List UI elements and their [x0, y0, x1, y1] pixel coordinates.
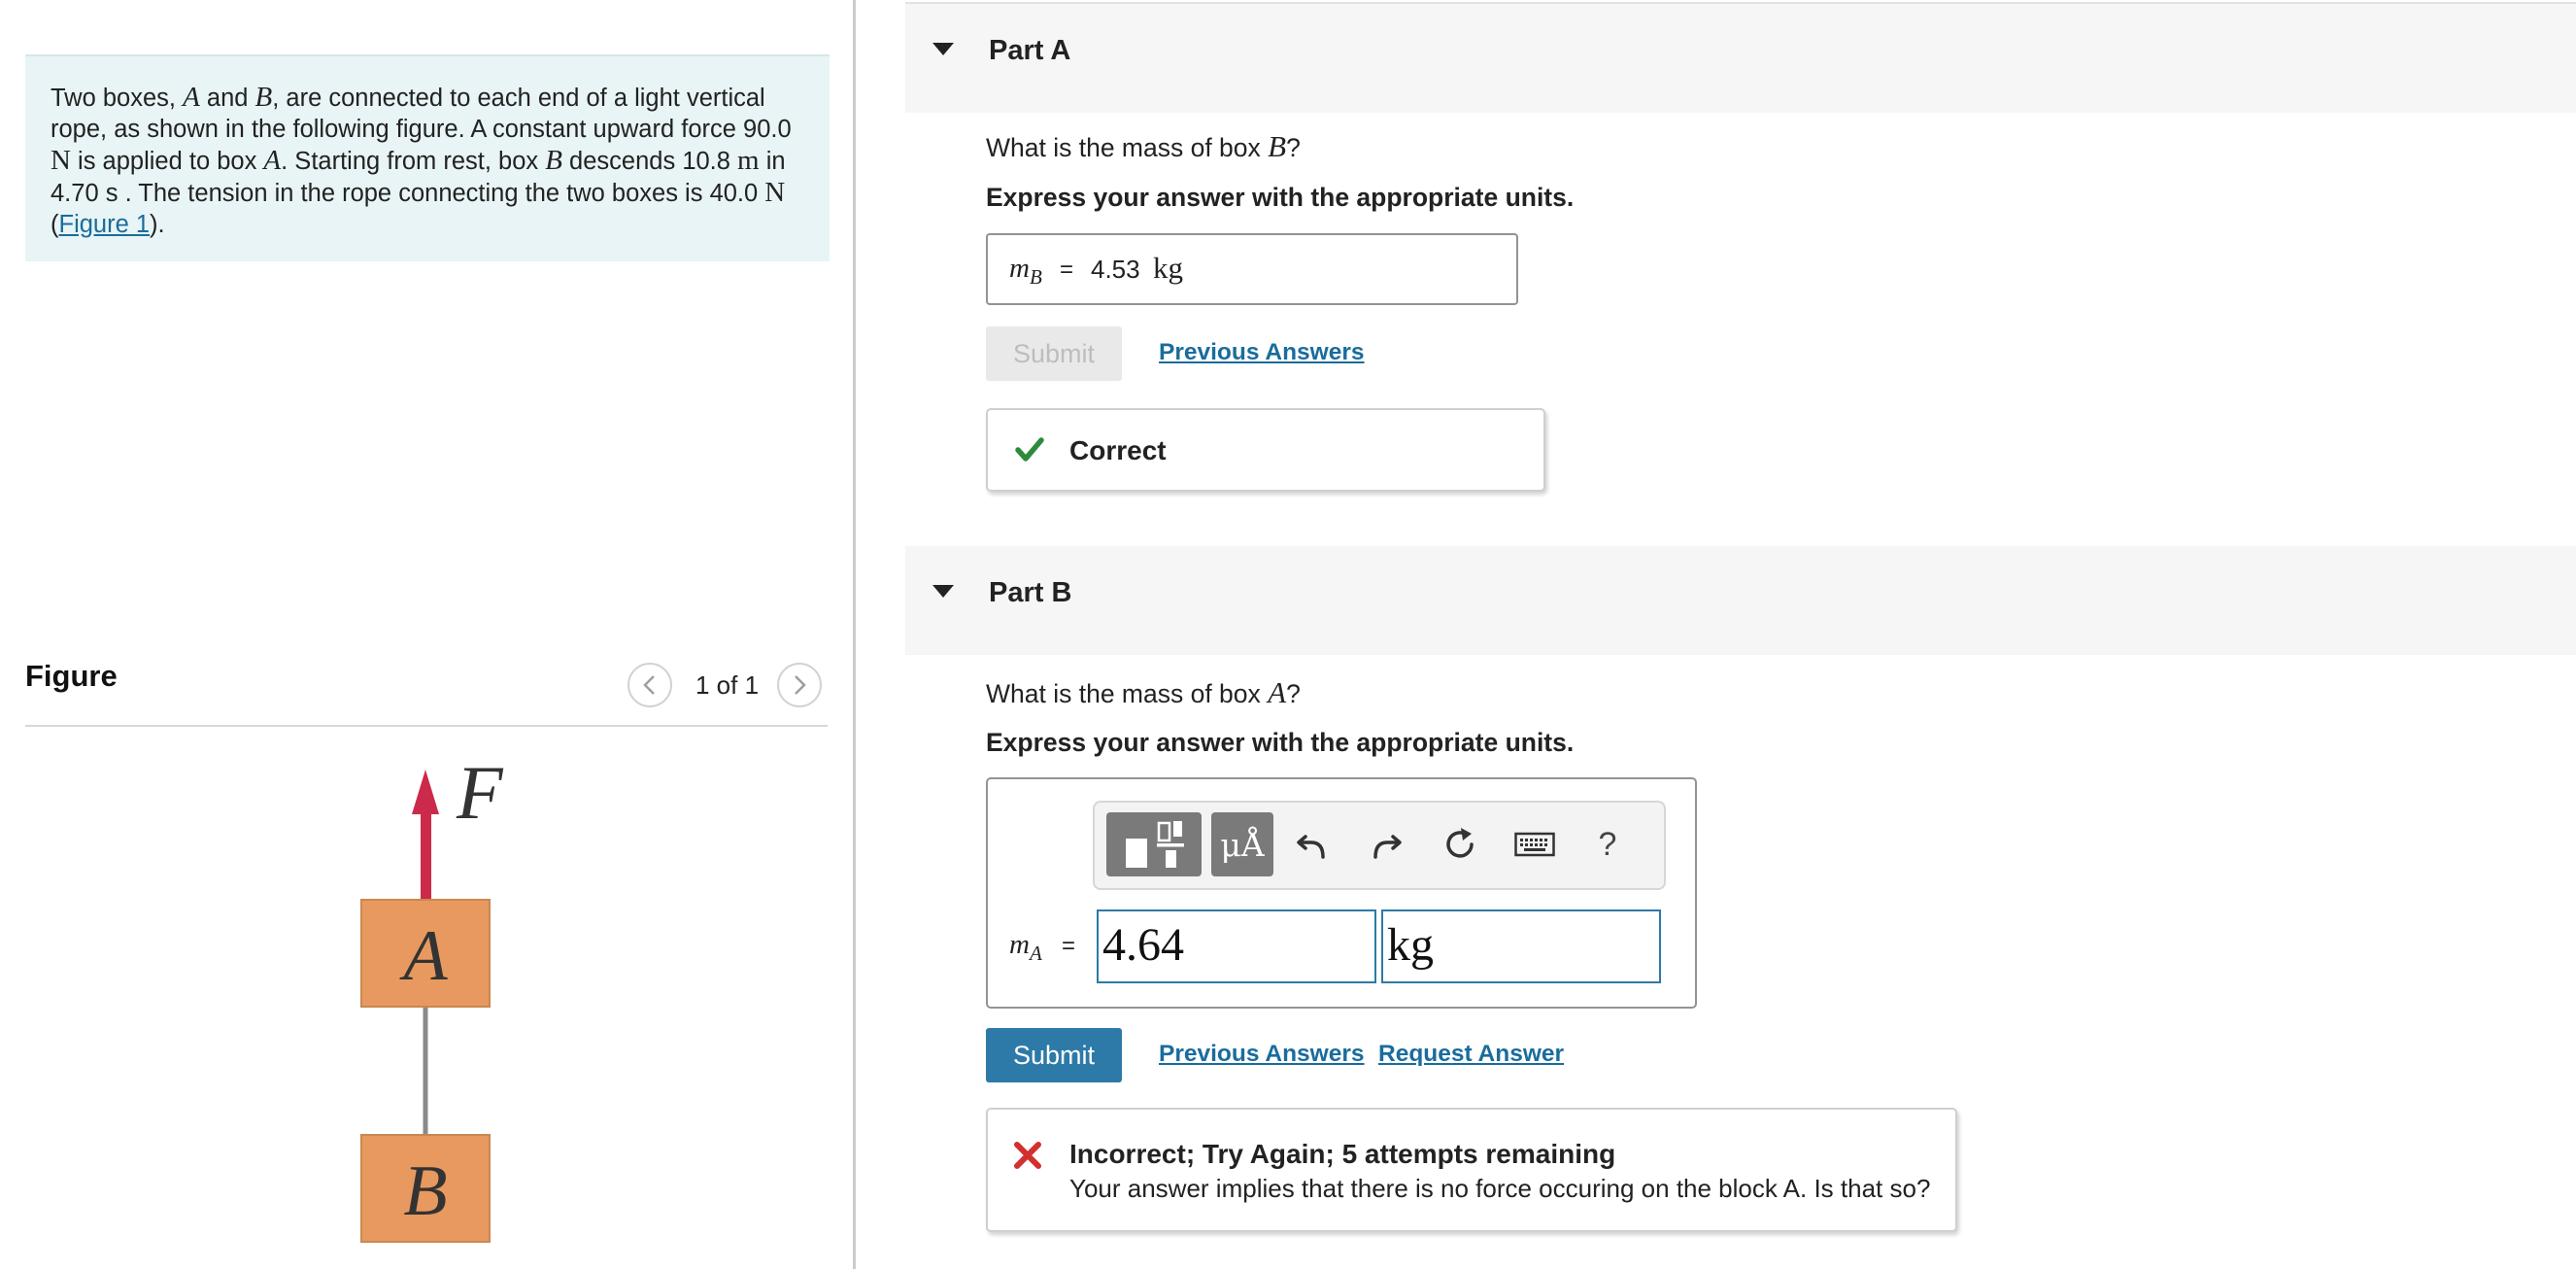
question-var: B: [1268, 129, 1287, 163]
undo-button[interactable]: [1283, 812, 1341, 876]
previous-figure-button[interactable]: [627, 663, 672, 707]
answer-unit: kg: [1153, 251, 1183, 285]
problem-statement: Two boxes, A and B, are connected to eac…: [25, 54, 830, 261]
box-a-label: A: [398, 916, 448, 996]
part-a-answer-display: mB = 4.53 kg: [986, 233, 1518, 305]
questions-panel: Part A What is the mass of box B? Expres…: [905, 0, 2576, 1269]
figure-counter: 1 of 1: [695, 670, 760, 700]
feedback-title: Incorrect; Try Again; 5 attempts remaini…: [1069, 1139, 1616, 1169]
answer-variable: mB: [1009, 253, 1042, 289]
part-b-instruction: Express your answer with the appropriate…: [986, 728, 1575, 757]
refresh-icon: [1446, 828, 1474, 858]
answer-value: 4.53: [1091, 255, 1140, 284]
problem-text: and: [199, 85, 255, 112]
redo-icon: [1373, 835, 1402, 859]
part-a-instruction: Express your answer with the appropriate…: [986, 183, 1575, 212]
var-b: B: [545, 145, 562, 176]
time-value: 4.70: [51, 180, 99, 207]
chevron-right-icon: [795, 675, 806, 695]
caret-down-icon: [932, 585, 954, 598]
part-a-question: What is the mass of box B?: [986, 129, 1301, 164]
figure-link[interactable]: Figure 1: [59, 211, 151, 238]
panel-divider[interactable]: [853, 0, 856, 1269]
next-figure-button[interactable]: [777, 663, 822, 707]
force-label: F: [456, 758, 504, 835]
keyboard-button[interactable]: [1503, 812, 1567, 876]
chevron-left-icon: [643, 675, 655, 695]
part-b-previous-answers-link[interactable]: Previous Answers: [1159, 1041, 1365, 1068]
var-a: A: [183, 82, 200, 113]
math-toolbar: μÅ ?: [1093, 801, 1666, 890]
problem-panel: Two boxes, A and B, are connected to eac…: [0, 0, 855, 1269]
unit-input[interactable]: kg: [1381, 909, 1661, 983]
equals-sign: =: [1062, 933, 1076, 959]
figure-header: Figure 1 of 1: [25, 653, 828, 727]
question-text: ?: [1286, 133, 1301, 162]
unit-newton: N: [51, 145, 71, 176]
question-text: What is the mass of box: [986, 133, 1269, 162]
question-text: What is the mass of box: [986, 679, 1269, 708]
part-b-submit-button[interactable]: Submit: [986, 1028, 1122, 1082]
part-b-question: What is the mass of box A?: [986, 675, 1301, 710]
checkmark-icon: [1015, 437, 1044, 462]
unit-newton: N: [764, 177, 786, 208]
var-a: A: [263, 145, 282, 176]
tension-value: 40.0: [709, 180, 759, 207]
problem-text: in: [759, 148, 786, 175]
part-b-answer-editor: μÅ ? mA = 4.64 kg: [986, 777, 1697, 1009]
part-b-header[interactable]: Part B: [905, 546, 2576, 655]
part-a-submit-button[interactable]: Submit: [986, 326, 1122, 381]
distance-value: 10.8: [682, 148, 730, 175]
part-a-header[interactable]: Part A: [905, 2, 2576, 113]
feedback-detail: Your answer implies that there is no for…: [1069, 1174, 1931, 1203]
units-button[interactable]: μÅ: [1211, 812, 1273, 876]
force-value: 90.0: [743, 116, 792, 143]
x-mark-icon: [1014, 1142, 1041, 1169]
problem-text: descends: [561, 148, 683, 175]
problem-text: (: [51, 211, 59, 238]
templates-icon: [1126, 821, 1184, 868]
help-button[interactable]: ?: [1578, 812, 1637, 876]
problem-text: is applied to box: [70, 148, 264, 175]
undo-icon: [1297, 835, 1325, 859]
part-a-feedback: Correct: [986, 408, 1545, 492]
part-b-request-answer-link[interactable]: Request Answer: [1378, 1041, 1564, 1068]
part-a-previous-answers-link[interactable]: Previous Answers: [1159, 339, 1365, 366]
problem-text: Two boxes,: [51, 85, 184, 112]
answer-variable: mA: [1009, 929, 1042, 965]
keyboard-icon: [1514, 832, 1555, 857]
problem-text: ).: [150, 211, 165, 238]
var-b: B: [254, 82, 273, 113]
redo-button[interactable]: [1357, 812, 1415, 876]
templates-button[interactable]: [1106, 812, 1202, 876]
box-b-label: B: [403, 1151, 447, 1231]
part-b-feedback: Incorrect; Try Again; 5 attempts remaini…: [986, 1108, 1957, 1232]
part-b-title: Part B: [989, 577, 1072, 608]
question-text: ?: [1286, 679, 1301, 708]
problem-text: . Starting from rest, box: [281, 148, 546, 175]
value-input[interactable]: 4.64: [1097, 909, 1376, 983]
caret-down-icon: [932, 43, 954, 55]
unit-second: s: [105, 180, 119, 207]
question-var: A: [1268, 675, 1287, 709]
feedback-title: Correct: [1069, 435, 1167, 465]
force-arrow-head: [412, 770, 439, 814]
part-a-title: Part A: [989, 35, 1071, 66]
figure-title: Figure: [25, 659, 118, 693]
boxes-rope-figure: F A B: [360, 758, 504, 1243]
equals-sign: =: [1060, 257, 1074, 283]
unit-meter: m: [737, 145, 760, 176]
reset-button[interactable]: [1431, 812, 1489, 876]
problem-text: . The tension in the rope connecting the…: [118, 180, 710, 207]
